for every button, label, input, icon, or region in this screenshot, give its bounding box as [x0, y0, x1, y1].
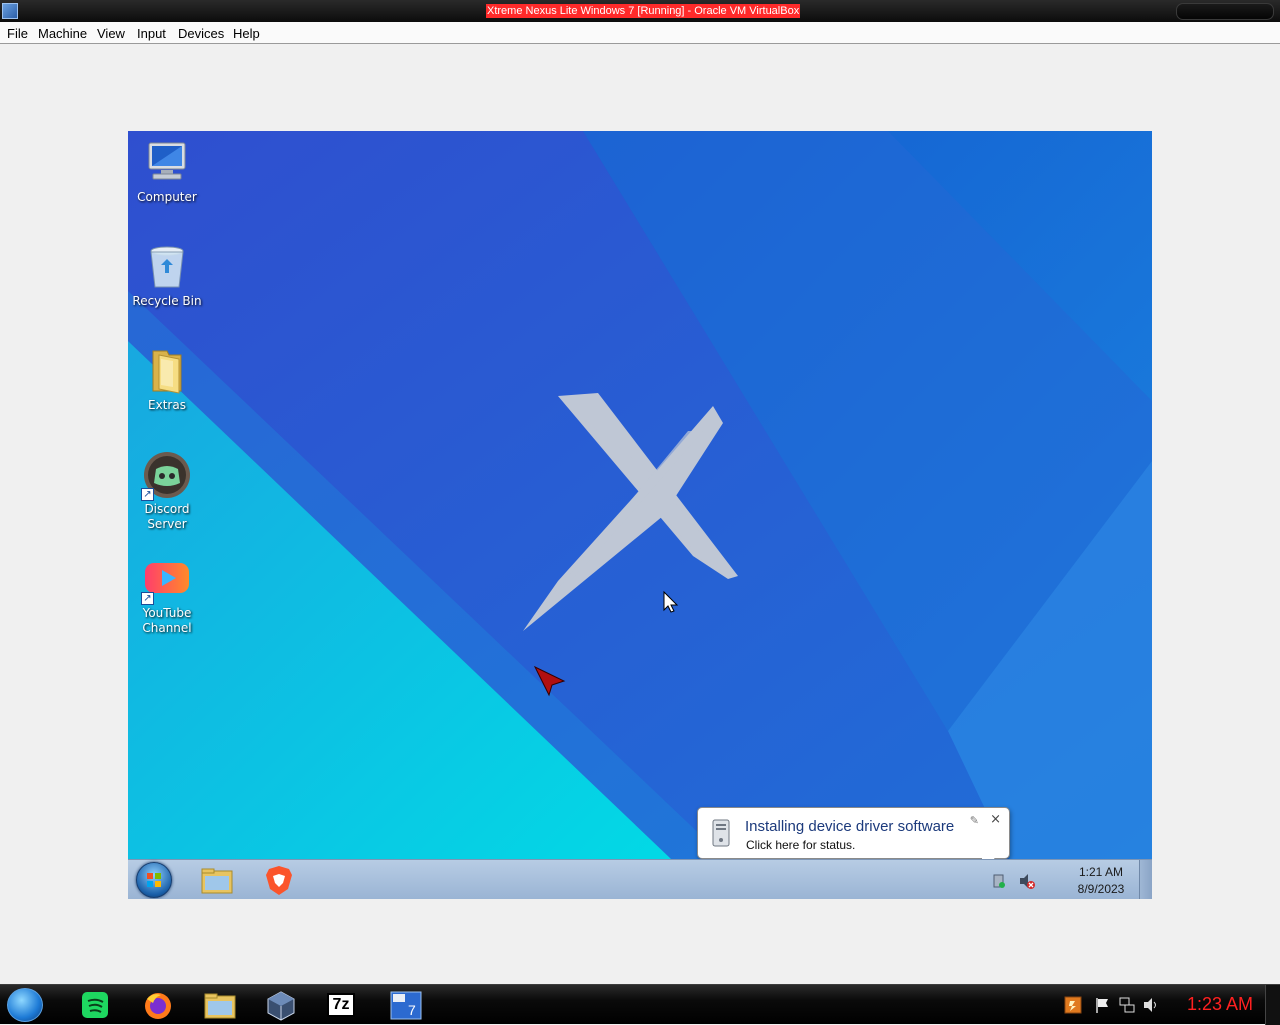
menu-devices[interactable]: Devices	[178, 26, 224, 41]
host-taskbar-7zip[interactable]: 7z	[322, 989, 360, 1021]
network-icon[interactable]	[1118, 996, 1136, 1014]
notification-title: Installing device driver software	[745, 818, 955, 835]
notification-close-button[interactable]: ×	[990, 813, 1001, 827]
menu-view[interactable]: View	[97, 26, 125, 41]
firefox-icon	[145, 993, 171, 1019]
action-center-flag-icon[interactable]	[1094, 996, 1112, 1014]
show-desktop-button[interactable]	[1139, 860, 1152, 899]
host-taskbar-file-explorer[interactable]	[201, 989, 239, 1021]
desktop-icon-label: Recycle Bin	[132, 294, 202, 308]
folder-icon	[143, 347, 191, 395]
desktop-icon-label: Extras	[148, 398, 186, 412]
guest-clock[interactable]: 1:21 AM 8/9/2023	[1056, 864, 1146, 898]
host-clock[interactable]: 1:23 AM	[1187, 994, 1253, 1015]
guest-clock-time: 1:21 AM	[1078, 865, 1124, 879]
notification-text[interactable]: Click here for status.	[746, 838, 855, 852]
virtualbox-icon	[267, 991, 295, 1021]
window-titlebar[interactable]: Xtreme Nexus Lite Windows 7 [Running] - …	[0, 0, 1280, 22]
menu-bar: File Machine View Input Devices Help	[0, 22, 1280, 44]
start-button[interactable]	[136, 862, 172, 898]
volume-muted-icon[interactable]	[1018, 872, 1036, 890]
guest-taskbar: 1:21 AM 8/9/2023	[128, 859, 1152, 899]
taskbar-brave-browser[interactable]	[259, 863, 299, 897]
desktop-icon-label: YouTube Channel	[142, 606, 192, 635]
guest-display[interactable]: Computer Recycle Bin Extras ↗ Discord Se…	[128, 131, 1152, 899]
host-taskbar-virtualbox[interactable]	[262, 989, 300, 1021]
svg-text:7: 7	[408, 1002, 416, 1018]
guest-clock-date: 8/9/2023	[1077, 882, 1125, 896]
notification-balloon[interactable]: Installing device driver software Click …	[697, 807, 1010, 878]
win7-usb-tool-icon: 7	[390, 991, 422, 1020]
desktop-icon-computer[interactable]: Computer	[128, 139, 207, 205]
virtualbox-app-icon	[2, 3, 18, 19]
volume-icon[interactable]	[1142, 996, 1160, 1014]
device-driver-icon	[712, 819, 730, 847]
computer-icon	[143, 139, 191, 187]
taskbar-file-explorer[interactable]	[197, 863, 237, 897]
7zip-icon: 7z	[327, 993, 355, 1017]
youtube-icon: ↗	[141, 555, 191, 605]
windows-logo-icon	[147, 873, 161, 887]
device-install-icon[interactable]	[991, 873, 1007, 889]
desktop-icon-youtube-channel[interactable]: ↗ YouTube Channel	[128, 555, 207, 636]
host-taskbar-spotify[interactable]	[77, 989, 115, 1021]
menu-help[interactable]: Help	[233, 26, 260, 41]
wrench-options-icon[interactable]: ✎	[970, 814, 979, 827]
desktop-icon-label: Discord Server	[144, 502, 190, 531]
desktop-wallpaper	[128, 131, 1152, 899]
discord-icon: ↗	[141, 451, 191, 501]
menu-machine[interactable]: Machine	[38, 26, 87, 41]
shortcut-arrow-icon: ↗	[141, 488, 154, 501]
host-taskbar: 7z 7 1:23 AM	[0, 984, 1280, 1025]
desktop-icon-label: Computer	[137, 190, 197, 204]
menu-input[interactable]: Input	[137, 26, 166, 41]
file-explorer-icon	[201, 868, 233, 894]
shortcut-arrow-icon: ↗	[141, 592, 154, 605]
desktop-icon-extras[interactable]: Extras	[128, 347, 207, 413]
host-start-button[interactable]	[7, 988, 43, 1022]
host-show-desktop-button[interactable]	[1265, 985, 1280, 1025]
brave-browser-icon	[266, 866, 292, 895]
host-taskbar-win7-usb-tool[interactable]: 7	[387, 989, 425, 1021]
tray-app-orange-icon[interactable]	[1063, 995, 1083, 1015]
menu-file[interactable]: File	[7, 26, 28, 41]
file-explorer-icon	[204, 993, 236, 1019]
host-taskbar-firefox[interactable]	[139, 989, 177, 1021]
desktop-icon-discord-server[interactable]: ↗ Discord Server	[128, 451, 207, 532]
recycle-bin-icon	[143, 243, 191, 291]
window-title: Xtreme Nexus Lite Windows 7 [Running] - …	[486, 4, 801, 18]
desktop-icon-recycle-bin[interactable]: Recycle Bin	[128, 243, 207, 309]
spotify-icon	[82, 992, 108, 1018]
window-controls[interactable]	[1176, 3, 1274, 20]
